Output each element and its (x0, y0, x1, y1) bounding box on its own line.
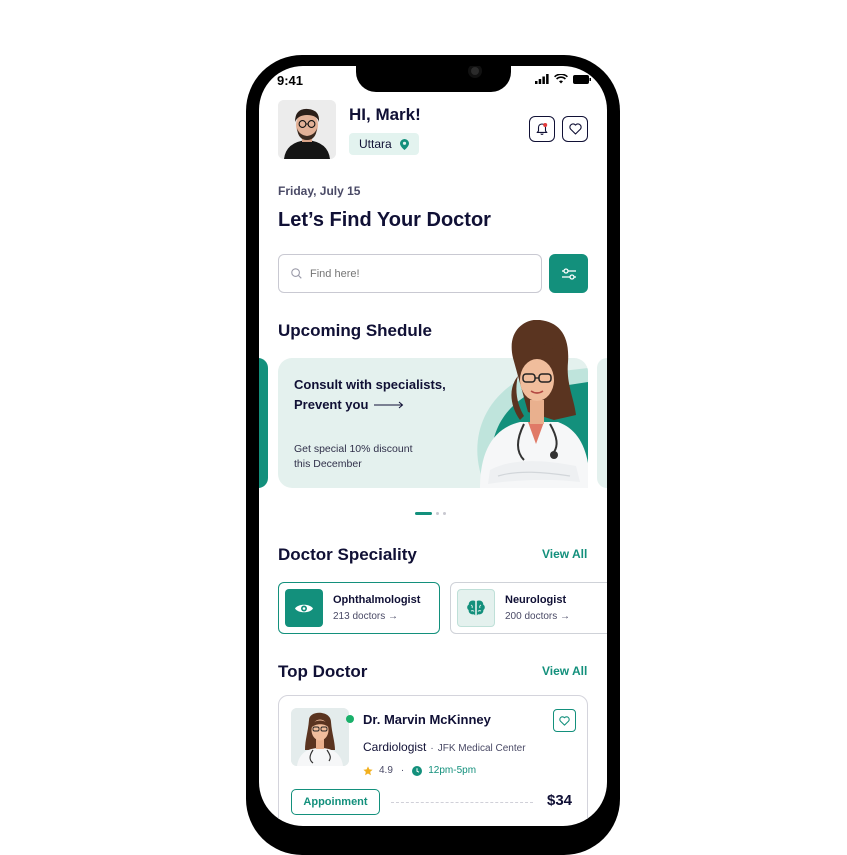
location-badge[interactable]: Uttara (349, 133, 419, 155)
status-time: 9:41 (277, 73, 304, 88)
doctor-illustration (477, 320, 588, 488)
doctor-specialty-line: Cardiologist · JFK Medical Center (363, 740, 526, 754)
offer-line-1: Get special 10% discount (294, 443, 413, 455)
specialty-separator: · (430, 743, 434, 754)
carousel-indicator[interactable] (415, 512, 446, 515)
filter-button[interactable] (549, 254, 588, 293)
divider (391, 802, 533, 803)
bell-icon (536, 123, 548, 135)
upcoming-title: Upcoming Shedule (278, 321, 432, 340)
arrow-right-icon (374, 401, 404, 409)
banner-line-2: Prevent you (294, 397, 369, 412)
search-box[interactable] (278, 254, 542, 293)
app-screen: 9:41 HI, Mark! Uttara Friday, July 15 Le… (259, 66, 607, 826)
notification-button[interactable] (529, 116, 555, 142)
doctor-hours: 12pm-5pm (428, 765, 477, 776)
doctor-hospital: JFK Medical Center (437, 743, 526, 754)
speciality-card-ophthalmologist[interactable]: Ophthalmologist 213 doctors → (278, 582, 440, 634)
battery-icon (573, 74, 591, 84)
clock-icon (412, 765, 423, 776)
camera (468, 66, 482, 78)
doctor-avatar (291, 708, 349, 766)
previous-banner-peek[interactable] (259, 358, 268, 488)
meta-separator: · (400, 765, 405, 776)
signal-icon (535, 74, 549, 84)
carousel-dot-2[interactable] (436, 512, 439, 515)
doctor-photo (291, 708, 349, 766)
page-headline: Let’s Find Your Doctor (278, 209, 491, 231)
heart-icon (559, 715, 570, 726)
banner-offer: Get special 10% discount this December (294, 442, 434, 472)
location-label: Uttara (359, 137, 392, 151)
next-banner-peek[interactable] (597, 358, 607, 488)
offer-line-2: this December (294, 458, 362, 470)
current-date: Friday, July 15 (278, 184, 361, 198)
wifi-icon (554, 74, 568, 84)
favorites-button[interactable] (562, 116, 588, 142)
doctor-card[interactable]: Dr. Marvin McKinney Cardiologist · JFK M… (278, 695, 588, 826)
speciality-view-all-link[interactable]: View All (542, 547, 587, 561)
brain-icon (457, 589, 495, 627)
search-icon (291, 268, 302, 279)
doctor-specialty: Cardiologist (363, 740, 427, 754)
speciality-count: 200 doctors → (505, 611, 571, 622)
doctor-rating: 4.9 (379, 765, 393, 776)
top-doctor-view-all-link[interactable]: View All (542, 664, 587, 678)
doctor-meta: 4.9 · 12pm-5pm (363, 765, 476, 776)
heart-icon (568, 123, 582, 135)
greeting: HI, Mark! (349, 105, 421, 124)
speciality-card-neurologist[interactable]: Neurologist 200 doctors → (450, 582, 607, 634)
sliders-icon (561, 267, 576, 280)
doctor-price: $34 (547, 792, 573, 809)
appointment-button[interactable]: Appoinment (291, 789, 380, 815)
doctor-favorite-button[interactable] (553, 709, 576, 732)
promo-banner[interactable]: Consult with specialists, Prevent you Ge… (278, 320, 588, 488)
search-input[interactable] (310, 267, 510, 280)
online-status-indicator (346, 715, 354, 723)
speciality-count: 213 doctors → (333, 611, 399, 622)
status-icons (535, 74, 591, 84)
user-avatar[interactable] (278, 100, 336, 159)
notch (356, 66, 511, 92)
carousel-dot-3[interactable] (443, 512, 446, 515)
speciality-name: Neurologist (505, 594, 567, 606)
doctor-name: Dr. Marvin McKinney (363, 712, 491, 727)
star-icon (363, 765, 373, 775)
user-photo (278, 100, 336, 159)
eye-icon (285, 589, 323, 627)
carousel-dot-1[interactable] (415, 512, 432, 515)
top-doctor-title: Top Doctor (278, 662, 368, 681)
speciality-name: Ophthalmologist (333, 594, 421, 606)
location-pin-icon (399, 138, 409, 150)
speciality-title: Doctor Speciality (278, 545, 417, 564)
